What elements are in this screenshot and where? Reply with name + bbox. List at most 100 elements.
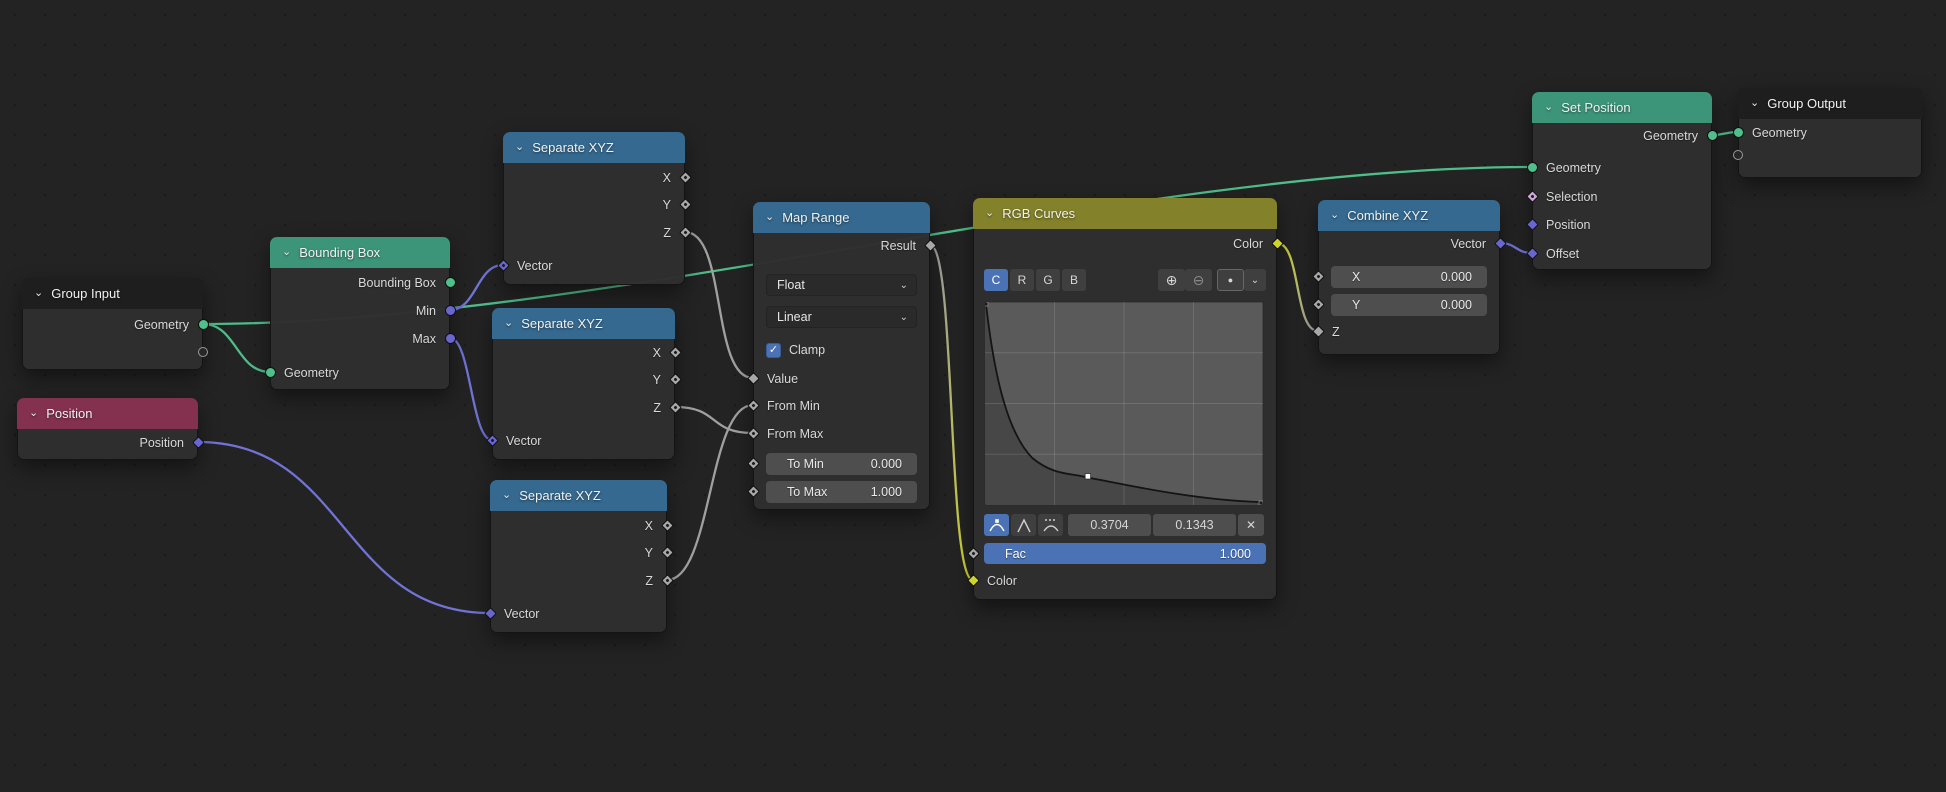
socket-geometry[interactable] bbox=[1527, 162, 1538, 173]
output-row-x: X bbox=[504, 167, 684, 189]
slider-fac[interactable]: Fac1.000 bbox=[984, 543, 1266, 564]
socket-max[interactable] bbox=[445, 333, 456, 344]
node-title: Group Output bbox=[1767, 96, 1846, 111]
dropdown-linear[interactable]: Linear⌄ bbox=[766, 306, 917, 328]
socket-label: From Min bbox=[767, 399, 820, 413]
collapse-chevron-icon[interactable]: ⌄ bbox=[29, 408, 38, 418]
node-header[interactable]: ⌄ Group Input bbox=[22, 278, 203, 309]
zoom-in-icon[interactable]: ⊕ bbox=[1158, 269, 1185, 291]
collapse-chevron-icon[interactable]: ⌄ bbox=[1544, 102, 1553, 112]
node-group-input[interactable]: ⌄ Group Input Geometry bbox=[22, 278, 203, 370]
node-group-output[interactable]: ⌄Group OutputGeometry bbox=[1738, 88, 1922, 178]
value-field-to-min[interactable]: To Min0.000 bbox=[766, 453, 917, 475]
node-combine-xyz[interactable]: ⌄Combine XYZVectorX0.000Y0.000Z bbox=[1318, 200, 1500, 355]
node-header[interactable]: ⌄Separate XYZ bbox=[503, 132, 685, 163]
dropdown-float[interactable]: Float⌄ bbox=[766, 274, 917, 296]
node-rgb-curves[interactable]: ⌄RGB CurvesColorCRGB⊕⊖●⌄0.37040.1343✕Fac… bbox=[973, 198, 1277, 600]
node-bounding-box[interactable]: ⌄Bounding BoxBounding BoxMinMaxGeometry bbox=[270, 237, 450, 390]
channel-button-g[interactable]: G bbox=[1036, 269, 1060, 291]
socket-extension[interactable] bbox=[198, 347, 208, 357]
socket-geometry[interactable] bbox=[1707, 130, 1718, 141]
node-separate-xyz-2[interactable]: ⌄Separate XYZXYZVector bbox=[492, 308, 675, 460]
socket-bounding-box[interactable] bbox=[445, 277, 456, 288]
curve-editor[interactable] bbox=[984, 301, 1264, 506]
node-title: RGB Curves bbox=[1002, 206, 1075, 221]
socket-extension[interactable] bbox=[1733, 150, 1743, 160]
channel-button-r[interactable]: R bbox=[1010, 269, 1034, 291]
zoom-out-icon[interactable]: ⊖ bbox=[1185, 269, 1212, 291]
node-header[interactable]: ⌄Separate XYZ bbox=[492, 308, 675, 339]
socket-geometry[interactable] bbox=[1733, 127, 1744, 138]
curve-point-toolbar: 0.37040.1343✕ bbox=[984, 514, 1264, 536]
node-title: Group Input bbox=[51, 286, 120, 301]
point-options-icon[interactable]: ● bbox=[1217, 269, 1244, 291]
socket-geometry[interactable] bbox=[265, 367, 276, 378]
node-map-range[interactable]: ⌄Map RangeResultFloat⌄Linear⌄✓ClampValue… bbox=[753, 202, 930, 510]
socket-label: Vector bbox=[504, 607, 539, 621]
socket-label: Max bbox=[412, 332, 436, 346]
socket-label: Geometry bbox=[134, 318, 189, 332]
collapse-chevron-icon[interactable]: ⌄ bbox=[1330, 210, 1339, 220]
socket-label: X bbox=[645, 519, 653, 533]
value-field-y[interactable]: Y0.000 bbox=[1331, 294, 1487, 316]
output-row-max: Max bbox=[271, 328, 449, 350]
socket-label: Position bbox=[1546, 218, 1590, 232]
field-value: 0.000 bbox=[1441, 270, 1472, 284]
handle-vector-icon[interactable] bbox=[1011, 514, 1036, 536]
slider-label: Fac bbox=[1005, 547, 1026, 561]
collapse-chevron-icon[interactable]: ⌄ bbox=[282, 247, 291, 257]
node-header[interactable]: ⌄Separate XYZ bbox=[490, 480, 667, 511]
curve-point[interactable] bbox=[985, 302, 988, 306]
socket-label: Z bbox=[653, 401, 661, 415]
socket-label: Y bbox=[645, 546, 653, 560]
checkbox-clamp[interactable]: ✓Clamp bbox=[766, 339, 917, 361]
chevron-down-icon: ⌄ bbox=[900, 280, 908, 291]
point-y-field[interactable]: 0.1343 bbox=[1153, 514, 1236, 536]
collapse-chevron-icon[interactable]: ⌄ bbox=[515, 142, 524, 152]
collapse-chevron-icon[interactable]: ⌄ bbox=[504, 318, 513, 328]
socket-min[interactable] bbox=[445, 305, 456, 316]
node-header[interactable]: ⌄Set Position bbox=[1532, 92, 1712, 123]
curve-presets-chevron-icon[interactable]: ⌄ bbox=[1244, 269, 1266, 291]
node-header[interactable]: ⌄ Combine XYZ bbox=[1318, 200, 1500, 231]
output-row-geometry: Geometry bbox=[1533, 125, 1711, 147]
socket-label: Geometry bbox=[284, 366, 339, 380]
channel-button-c[interactable]: C bbox=[984, 269, 1008, 291]
handle-auto-clamped-icon[interactable] bbox=[1038, 514, 1063, 536]
input-row-vector: Vector bbox=[493, 430, 674, 452]
node-link bbox=[930, 245, 973, 580]
node-title: Combine XYZ bbox=[1347, 208, 1428, 223]
socket-label: Color bbox=[987, 574, 1017, 588]
node-header[interactable]: ⌄ RGB Curves bbox=[973, 198, 1277, 229]
node-link bbox=[198, 442, 490, 613]
node-separate-xyz-1[interactable]: ⌄Separate XYZXYZVector bbox=[503, 132, 685, 285]
curve-point[interactable] bbox=[1259, 501, 1263, 505]
node-header[interactable]: ⌄Map Range bbox=[753, 202, 930, 233]
node-set-position[interactable]: ⌄Set PositionGeometryGeometrySelectionPo… bbox=[1532, 92, 1712, 270]
field-value: 0.000 bbox=[1441, 298, 1472, 312]
curve-point-selected[interactable] bbox=[1085, 474, 1090, 480]
node-link bbox=[450, 338, 492, 440]
output-row-y: Y bbox=[504, 194, 684, 216]
collapse-chevron-icon[interactable]: ⌄ bbox=[34, 288, 43, 298]
value-field-to-max[interactable]: To Max1.000 bbox=[766, 481, 917, 503]
collapse-chevron-icon[interactable]: ⌄ bbox=[985, 208, 994, 218]
value-field-x[interactable]: X0.000 bbox=[1331, 266, 1487, 288]
delete-point-icon[interactable]: ✕ bbox=[1238, 514, 1264, 536]
socket-geometry[interactable] bbox=[198, 319, 209, 330]
collapse-chevron-icon[interactable]: ⌄ bbox=[502, 490, 511, 500]
node-separate-xyz-3[interactable]: ⌄Separate XYZXYZVector bbox=[490, 480, 667, 633]
node-position[interactable]: ⌄PositionPosition bbox=[17, 398, 198, 460]
node-header[interactable]: ⌄Bounding Box bbox=[270, 237, 450, 268]
handle-smooth-icon[interactable] bbox=[984, 514, 1009, 536]
output-row-z: Z bbox=[504, 222, 684, 244]
checkbox-box[interactable]: ✓ bbox=[766, 343, 781, 358]
node-header[interactable]: ⌄ Group Output bbox=[1738, 88, 1922, 119]
collapse-chevron-icon[interactable]: ⌄ bbox=[765, 212, 774, 222]
channel-button-b[interactable]: B bbox=[1062, 269, 1086, 291]
input-row-geometry: Geometry bbox=[1533, 157, 1711, 179]
point-x-field[interactable]: 0.3704 bbox=[1068, 514, 1151, 536]
node-header[interactable]: ⌄Position bbox=[17, 398, 198, 429]
collapse-chevron-icon[interactable]: ⌄ bbox=[1750, 98, 1759, 108]
node-editor-canvas[interactable]: ⌄Group InputGeometry⌄PositionPosition⌄Bo… bbox=[0, 0, 1946, 792]
